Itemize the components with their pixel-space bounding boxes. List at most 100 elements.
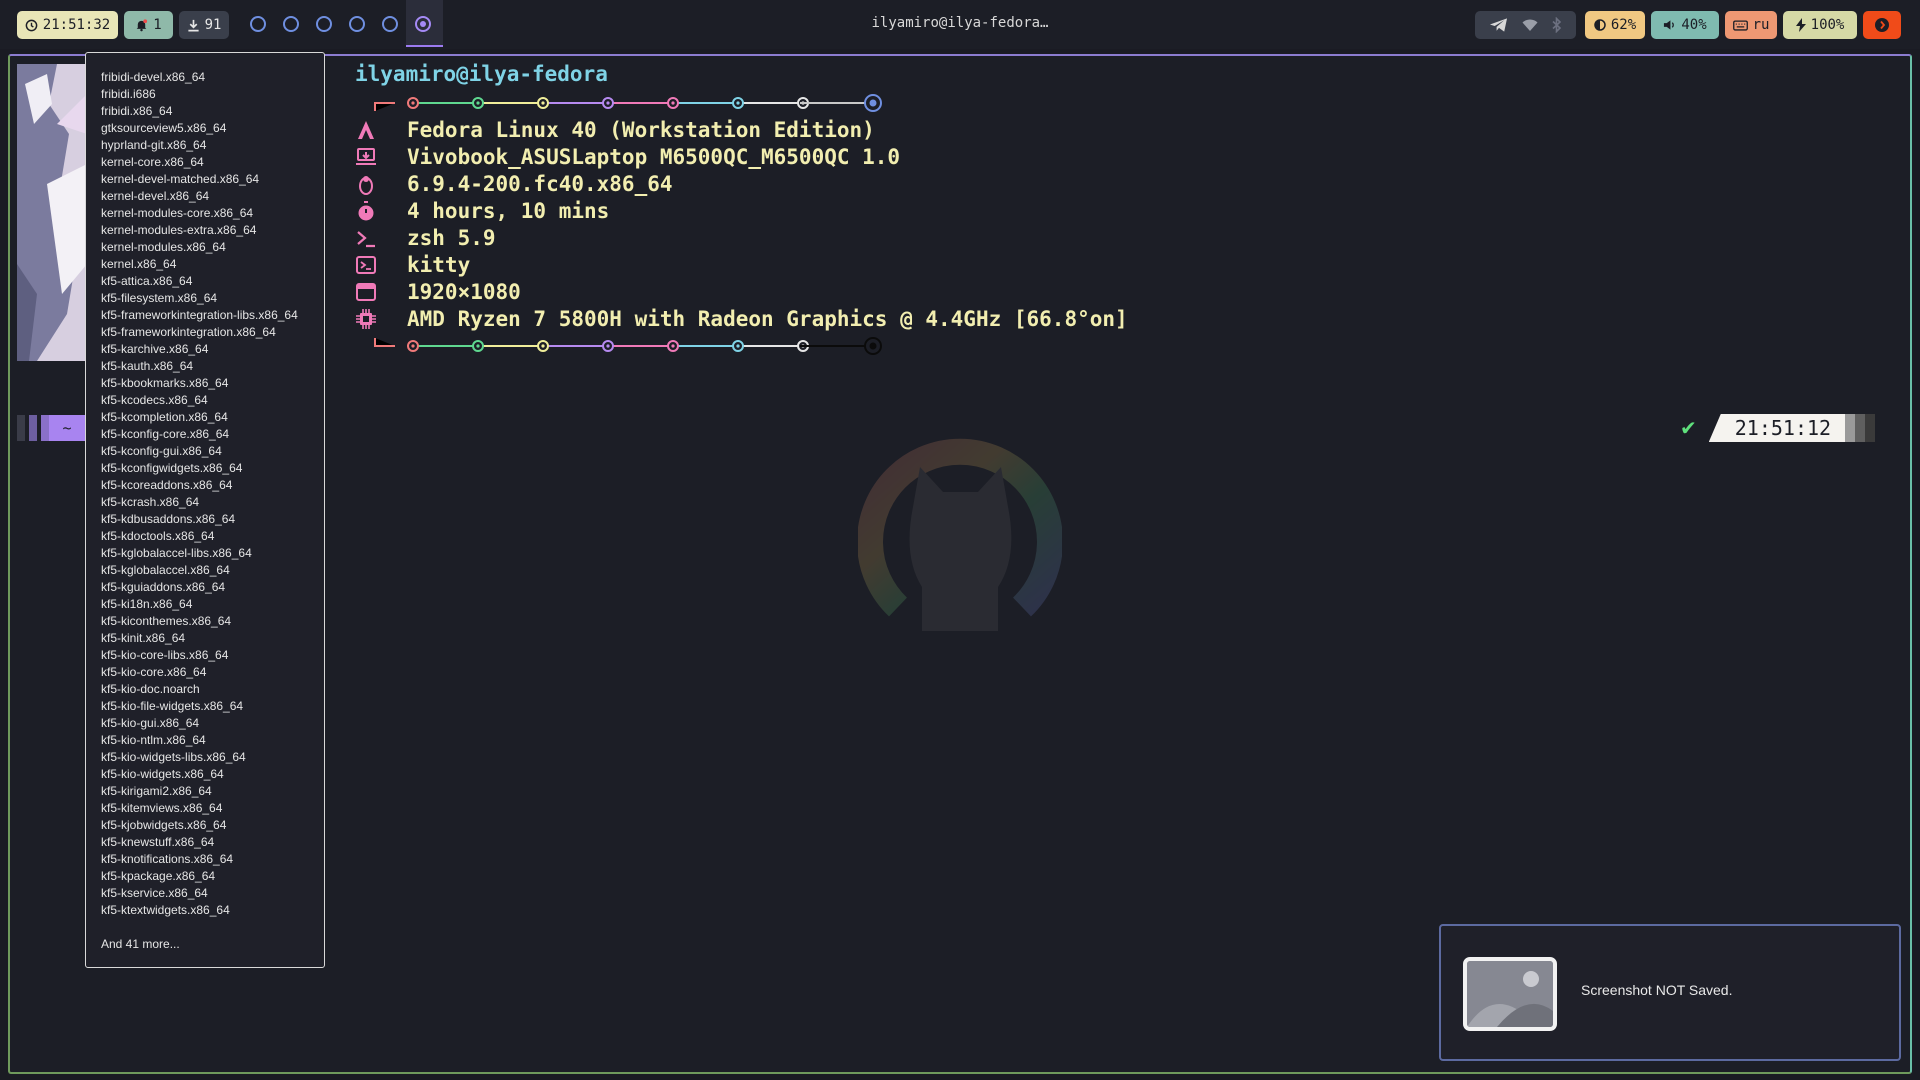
volume-widget[interactable]: 40% bbox=[1651, 11, 1719, 39]
power-icon bbox=[1875, 18, 1889, 32]
fetch-row: zsh 5.9 bbox=[355, 225, 496, 251]
fetch-value: zsh 5.9 bbox=[407, 226, 496, 250]
prompt-left-segment: ~ bbox=[17, 415, 85, 441]
package-item: gtksourceview5.x86_64 bbox=[101, 121, 227, 135]
battery-level: 100% bbox=[1810, 17, 1845, 33]
package-item: kf5-kcompletion.x86_64 bbox=[101, 410, 228, 424]
keyboard-layout-label: ru bbox=[1752, 17, 1770, 33]
brightness-widget[interactable]: 62% bbox=[1585, 11, 1645, 39]
top-bar: 21:51:32 1 91 ilyamiro@ilya-fedora… 62% … bbox=[0, 0, 1920, 49]
bluetooth-icon[interactable] bbox=[1552, 17, 1562, 33]
stopwatch-icon bbox=[355, 200, 377, 222]
fetch-row: AMD Ryzen 7 5800H with Radeon Graphics @… bbox=[355, 306, 1128, 332]
package-item: kernel-devel-matched.x86_64 bbox=[101, 172, 260, 186]
package-item: hyprland-git.x86_64 bbox=[101, 138, 207, 152]
fetch-value: 6.9.4-200.fc40.x86_64 bbox=[407, 172, 673, 196]
package-item: kf5-kcodecs.x86_64 bbox=[101, 393, 208, 407]
package-item: kf5-knewstuff.x86_64 bbox=[101, 835, 215, 849]
package-item: kf5-kitemviews.x86_64 bbox=[101, 801, 223, 815]
package-item: fribidi-devel.x86_64 bbox=[101, 70, 206, 84]
package-item: kf5-kconfig-core.x86_64 bbox=[101, 427, 230, 441]
package-item: kf5-kio-gui.x86_64 bbox=[101, 716, 200, 730]
image-icon bbox=[1463, 957, 1557, 1031]
package-item: kernel-core.x86_64 bbox=[101, 155, 204, 169]
package-item: kf5-kcrash.x86_64 bbox=[101, 495, 200, 509]
brightness-icon bbox=[1594, 19, 1606, 31]
success-check-icon: ✔ bbox=[1680, 416, 1697, 440]
prompt-right-tail bbox=[1845, 414, 1876, 442]
package-item: kf5-kpackage.x86_64 bbox=[101, 869, 216, 883]
brightness-level: 62% bbox=[1610, 17, 1637, 33]
fetch-row: 4 hours, 10 mins bbox=[355, 198, 609, 224]
fetch-bottom-border bbox=[374, 337, 882, 355]
package-item: kf5-frameworkintegration-libs.x86_64 bbox=[101, 308, 298, 322]
package-item: kf5-kconfigwidgets.x86_64 bbox=[101, 461, 243, 475]
package-item: kf5-kservice.x86_64 bbox=[101, 886, 208, 900]
prompt-right-segment: ✔ 21:51:12 bbox=[1680, 414, 1876, 442]
prompt-time: 21:51:12 bbox=[1708, 414, 1846, 442]
package-item: kf5-kglobalaccel.x86_64 bbox=[101, 563, 230, 577]
telegram-icon[interactable] bbox=[1489, 17, 1508, 33]
package-item: kf5-kdbusaddons.x86_64 bbox=[101, 512, 236, 526]
fetch-top-border bbox=[374, 94, 882, 112]
package-item: kf5-kio-widgets.x86_64 bbox=[101, 767, 224, 781]
package-item: kf5-kio-ntlm.x86_64 bbox=[101, 733, 206, 747]
fetch-value: 1920×1080 bbox=[407, 280, 521, 304]
package-item: kf5-kinit.x86_64 bbox=[101, 631, 186, 645]
wallpaper-cat-logo bbox=[858, 438, 1062, 631]
fetch-logo-image bbox=[17, 64, 87, 361]
fetch-row: Fedora Linux 40 (Workstation Edition) bbox=[355, 117, 875, 143]
package-item: kf5-kio-widgets-libs.x86_64 bbox=[101, 750, 246, 764]
laptop-icon bbox=[355, 146, 377, 168]
keyboard-icon bbox=[1732, 19, 1748, 31]
fetch-row: 1920×1080 bbox=[355, 279, 521, 305]
package-item: kf5-kio-core-libs.x86_64 bbox=[101, 648, 229, 662]
fetch-row: kitty bbox=[355, 252, 470, 278]
package-item: fribidi.i686 bbox=[101, 87, 156, 101]
package-item: kf5-kbookmarks.x86_64 bbox=[101, 376, 229, 390]
system-tray bbox=[1475, 11, 1576, 39]
package-item: kf5-filesystem.x86_64 bbox=[101, 291, 218, 305]
package-item: kf5-kauth.x86_64 bbox=[101, 359, 194, 373]
fetch-value: AMD Ryzen 7 5800H with Radeon Graphics @… bbox=[407, 307, 1128, 331]
package-item: kf5-ktextwidgets.x86_64 bbox=[101, 903, 230, 917]
package-item: kf5-kdoctools.x86_64 bbox=[101, 529, 215, 543]
package-item: kf5-karchive.x86_64 bbox=[101, 342, 209, 356]
fetch-value: Vivobook_ASUSLaptop M6500QC_M6500QC 1.0 bbox=[407, 145, 901, 169]
package-item: fribidi.x86_64 bbox=[101, 104, 173, 118]
keyboard-layout-widget[interactable]: ru bbox=[1725, 11, 1777, 39]
prompt-directory: ~ bbox=[49, 415, 85, 441]
package-item: kernel-modules-core.x86_64 bbox=[101, 206, 254, 220]
package-item: kernel-modules.x86_64 bbox=[101, 240, 226, 254]
package-item: kf5-kglobalaccel-libs.x86_64 bbox=[101, 546, 252, 560]
package-item: kf5-kjobwidgets.x86_64 bbox=[101, 818, 227, 832]
bolt-icon bbox=[1795, 18, 1806, 32]
updates-tooltip: fribidi-devel.x86_64 fribidi.i686 fribidi.… bbox=[85, 52, 325, 968]
wifi-icon[interactable] bbox=[1522, 18, 1538, 32]
cpu-icon bbox=[355, 308, 377, 330]
package-item: kf5-kconfig-gui.x86_64 bbox=[101, 444, 222, 458]
package-item: kf5-frameworkintegration.x86_64 bbox=[101, 325, 276, 339]
notification-message: Screenshot NOT Saved. bbox=[1581, 982, 1733, 998]
package-item: kf5-ki18n.x86_64 bbox=[101, 597, 193, 611]
package-item: kf5-kirigami2.x86_64 bbox=[101, 784, 212, 798]
fetch-value: kitty bbox=[407, 253, 471, 277]
package-item: kf5-kio-core.x86_64 bbox=[101, 665, 207, 679]
fetch-value: Fedora Linux 40 (Workstation Edition) bbox=[407, 118, 875, 142]
package-item: kf5-kio-doc.noarch bbox=[101, 682, 200, 696]
package-item: kernel-devel.x86_64 bbox=[101, 189, 210, 203]
battery-widget[interactable]: 100% bbox=[1783, 11, 1857, 39]
fetch-value: 4 hours, 10 mins bbox=[407, 199, 610, 223]
power-button[interactable] bbox=[1863, 11, 1901, 39]
monitor-icon bbox=[355, 281, 377, 303]
volume-level: 40% bbox=[1681, 17, 1707, 33]
fetch-row: Vivobook_ASUSLaptop M6500QC_M6500QC 1.0 bbox=[355, 144, 900, 170]
shell-prompt-icon bbox=[355, 227, 377, 249]
package-item: kernel.x86_64 bbox=[101, 257, 177, 271]
speaker-icon bbox=[1664, 20, 1675, 30]
package-item: kf5-kiconthemes.x86_64 bbox=[101, 614, 232, 628]
notification-popup[interactable]: Screenshot NOT Saved. bbox=[1439, 924, 1901, 1061]
package-list: fribidi-devel.x86_64 fribidi.i686 fribidi.… bbox=[101, 69, 324, 919]
package-item: kf5-kguiaddons.x86_64 bbox=[101, 580, 226, 594]
terminal-user-host: ilyamiro@ilya-fedora bbox=[355, 62, 608, 86]
